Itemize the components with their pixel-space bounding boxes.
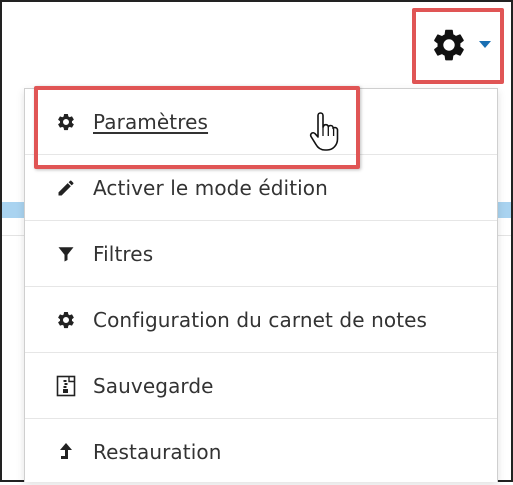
menu-item-restauration[interactable]: Restauration [25, 419, 497, 485]
background-divider [2, 235, 24, 236]
menu-item-parametres[interactable]: Paramètres [25, 89, 497, 155]
filter-icon [53, 241, 79, 267]
gear-icon [53, 307, 79, 333]
menu-item-label: Activer le mode édition [93, 175, 328, 200]
backup-file-icon [53, 373, 79, 399]
background-selection-stripe [2, 202, 24, 218]
menu-item-label: Sauvegarde [93, 373, 214, 398]
menu-item-activer-mode-edition[interactable]: Activer le mode édition [25, 155, 497, 221]
menu-item-filtres[interactable]: Filtres [25, 221, 497, 287]
menu-item-sauvegarde[interactable]: Sauvegarde [25, 353, 497, 419]
caret-down-icon [479, 41, 491, 48]
background-divider [497, 235, 511, 236]
menu-item-label: Configuration du carnet de notes [93, 307, 428, 332]
hand-pointer-cursor-icon [309, 112, 339, 151]
menu-item-label: Filtres [93, 241, 154, 266]
settings-menu-trigger[interactable] [412, 8, 504, 84]
restore-arrow-icon [53, 439, 79, 465]
settings-dropdown-menu: Paramètres Activer le mode édition Filtr… [24, 88, 498, 482]
gear-icon [53, 109, 79, 135]
background-selection-stripe [497, 202, 511, 218]
menu-item-configuration-carnet-notes[interactable]: Configuration du carnet de notes [25, 287, 497, 353]
menu-item-label: Restauration [93, 440, 222, 464]
menu-item-label: Paramètres [93, 109, 209, 134]
gear-icon [434, 29, 464, 61]
pencil-icon [53, 175, 79, 201]
